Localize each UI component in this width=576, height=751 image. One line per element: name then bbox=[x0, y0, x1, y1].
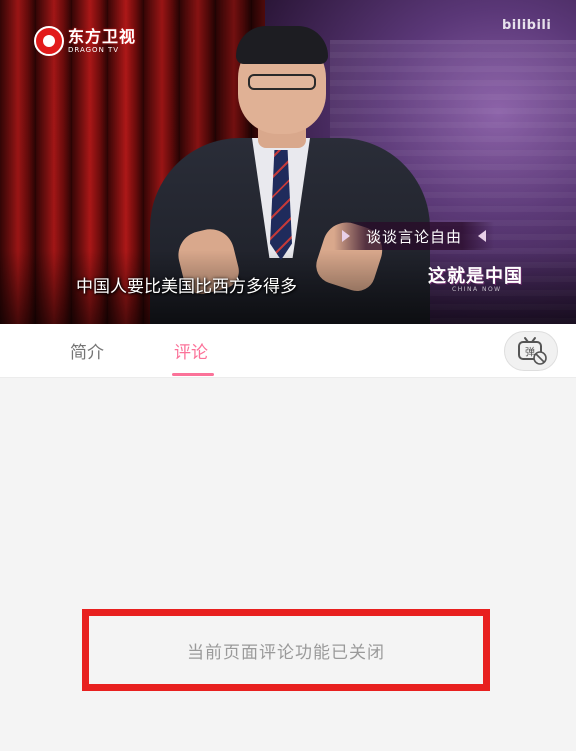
show-title: 这就是中国 bbox=[428, 266, 523, 287]
tab-bar: 简介 评论 bbox=[0, 324, 576, 378]
comments-disabled-notice: 当前页面评论功能已关闭 bbox=[82, 609, 490, 691]
tab-comments[interactable]: 评论 bbox=[174, 338, 208, 374]
topic-banner-text: 谈谈言论自由 bbox=[365, 227, 462, 246]
broadcaster-logo: 东方卫视 DRAGON TV bbox=[34, 26, 136, 56]
banner-arrow-left-icon bbox=[342, 230, 350, 242]
active-tab-indicator bbox=[172, 373, 214, 376]
danmaku-off-icon: 弹 bbox=[518, 337, 547, 365]
video-subtitle: 中国人要比美国比西方多得多 bbox=[76, 277, 297, 297]
show-subtitle: CHINA NOW bbox=[452, 286, 502, 293]
broadcaster-name: 东方卫视 bbox=[68, 26, 137, 46]
comments-panel: 当前页面评论功能已关闭 bbox=[0, 378, 576, 751]
tab-intro[interactable]: 简介 bbox=[70, 338, 104, 374]
comments-disabled-text: 当前页面评论功能已关闭 bbox=[187, 642, 385, 663]
dragon-tv-icon bbox=[34, 26, 64, 56]
danmaku-toggle-button[interactable]: 弹 bbox=[504, 331, 558, 371]
banner-arrow-right-icon bbox=[478, 230, 486, 242]
bilibili-watermark: bilibili bbox=[502, 18, 552, 33]
video-player[interactable]: 东方卫视 DRAGON TV bilibili 谈谈言论自由 这就是中国 CHI… bbox=[0, 0, 576, 324]
topic-banner: 谈谈言论自由 bbox=[334, 222, 494, 250]
broadcaster-subname: DRAGON TV bbox=[68, 45, 120, 54]
